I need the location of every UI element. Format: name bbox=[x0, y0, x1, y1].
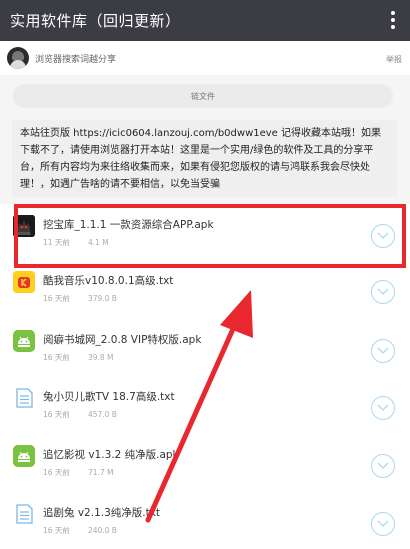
annotation-arrow-icon bbox=[145, 290, 253, 523]
